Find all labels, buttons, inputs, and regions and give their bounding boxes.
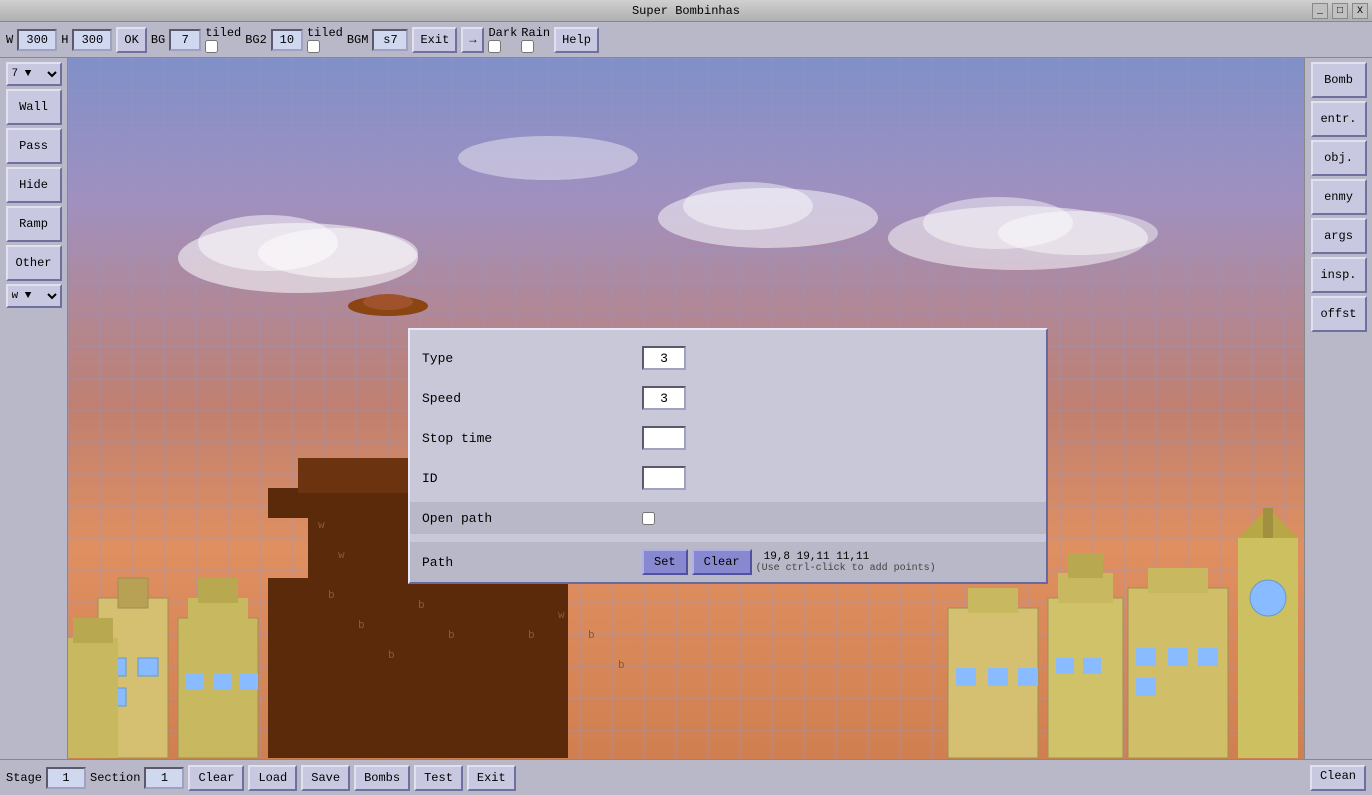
hide-button[interactable]: Hide (6, 167, 62, 203)
help-button[interactable]: Help (554, 27, 599, 53)
bgm-input[interactable] (372, 29, 408, 51)
stage-input[interactable] (46, 767, 86, 789)
dark-label: Dark (488, 26, 517, 40)
tiled1-label: tiled (205, 26, 241, 40)
dark-group: Dark (488, 26, 517, 53)
speed-input[interactable] (642, 386, 686, 410)
clear-bottom-button[interactable]: Clear (188, 765, 244, 791)
section-label: Section (90, 771, 140, 785)
exit-toolbar-button[interactable]: Exit (412, 27, 457, 53)
bgm-label: BGM (347, 33, 369, 47)
save-button[interactable]: Save (301, 765, 350, 791)
stage-label: Stage (6, 771, 42, 785)
offst-button[interactable]: offst (1311, 296, 1367, 332)
bg2-input[interactable] (271, 29, 303, 51)
exit-bottom-button[interactable]: Exit (467, 765, 516, 791)
type-input[interactable] (642, 346, 686, 370)
path-hint: (Use ctrl-click to add points) (756, 563, 936, 574)
path-label: Path (422, 555, 642, 570)
wall-button[interactable]: Wall (6, 89, 62, 125)
stop-time-label: Stop time (422, 431, 642, 446)
open-path-label: Open path (422, 511, 642, 526)
main-area: 7 ▼ Wall Pass Hide Ramp Other w ▼ (0, 58, 1372, 759)
left-sidebar: 7 ▼ Wall Pass Hide Ramp Other w ▼ (0, 58, 68, 759)
tiled2-checkbox[interactable] (307, 40, 320, 53)
rain-label: Rain (521, 26, 550, 40)
title-bar: Super Bombinhas _ □ X (0, 0, 1372, 22)
rain-group: Rain (521, 26, 550, 53)
id-label: ID (422, 471, 642, 486)
path-coords: 19,8 19,11 11,11 (764, 551, 936, 563)
type-row: Type (422, 342, 1034, 374)
w-select[interactable]: w ▼ (6, 284, 62, 308)
test-button[interactable]: Test (414, 765, 463, 791)
dialog-box: Type Speed Stop time ID Open path Path (408, 328, 1048, 584)
type-label: Type (422, 351, 642, 366)
clear-button[interactable]: Clear (692, 549, 752, 575)
open-path-checkbox[interactable] (642, 512, 655, 525)
rain-checkbox[interactable] (521, 40, 534, 53)
right-sidebar: Bomb entr. obj. enmy args insp. offst (1304, 58, 1372, 759)
ok-button[interactable]: OK (116, 27, 146, 53)
dark-checkbox[interactable] (488, 40, 501, 53)
ramp-button[interactable]: Ramp (6, 206, 62, 242)
width-label: W (6, 33, 13, 47)
height-label: H (61, 33, 68, 47)
insp-button[interactable]: insp. (1311, 257, 1367, 293)
bottom-bar: Stage Section Clear Load Save Bombs Test… (0, 759, 1372, 795)
pass-button[interactable]: Pass (6, 128, 62, 164)
tiled2-group: tiled (307, 26, 343, 53)
bomb-button[interactable]: Bomb (1311, 62, 1367, 98)
path-row: Path Set Clear 19,8 19,11 11,11 (Use ctr… (410, 542, 1046, 582)
args-button[interactable]: args (1311, 218, 1367, 254)
entr-button[interactable]: entr. (1311, 101, 1367, 137)
tiled2-label: tiled (307, 26, 343, 40)
set-button[interactable]: Set (642, 549, 688, 575)
height-input[interactable] (72, 29, 112, 51)
id-row: ID (422, 462, 1034, 494)
tiled1-checkbox[interactable] (205, 40, 218, 53)
id-input[interactable] (642, 466, 686, 490)
maximize-button[interactable]: □ (1332, 3, 1348, 19)
window-controls: _ □ X (1312, 3, 1368, 19)
game-canvas[interactable]: b b b b b w w b b b b w b b (68, 58, 1304, 759)
bg-input[interactable] (169, 29, 201, 51)
toolbar: W H OK BG tiled BG2 tiled BGM Exit → Dar… (0, 22, 1372, 58)
bg2-label: BG2 (245, 33, 267, 47)
other-button[interactable]: Other (6, 245, 62, 281)
tiled1-group: tiled (205, 26, 241, 53)
minimize-button[interactable]: _ (1312, 3, 1328, 19)
bombs-button[interactable]: Bombs (354, 765, 410, 791)
load-button[interactable]: Load (248, 765, 297, 791)
open-path-row: Open path (410, 502, 1046, 534)
speed-row: Speed (422, 382, 1034, 414)
stop-time-row: Stop time (422, 422, 1034, 454)
tile-select[interactable]: 7 ▼ (6, 62, 62, 86)
stop-time-input[interactable] (642, 426, 686, 450)
width-input[interactable] (17, 29, 57, 51)
close-button[interactable]: X (1352, 3, 1368, 19)
arrow-button[interactable]: → (461, 27, 484, 53)
bg-label: BG (151, 33, 165, 47)
speed-label: Speed (422, 391, 642, 406)
clean-button[interactable]: Clean (1310, 765, 1366, 791)
obj-button[interactable]: obj. (1311, 140, 1367, 176)
window-title: Super Bombinhas (632, 4, 740, 18)
section-input[interactable] (144, 767, 184, 789)
enmy-button[interactable]: enmy (1311, 179, 1367, 215)
